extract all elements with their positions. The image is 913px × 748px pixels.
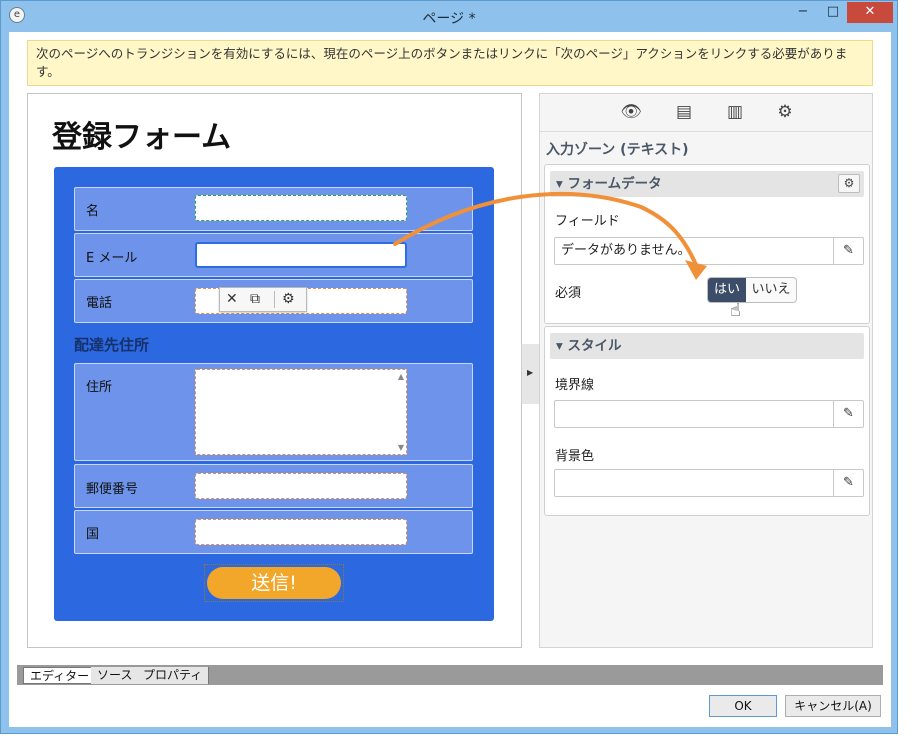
gear-icon[interactable]: ⚙	[838, 174, 860, 193]
scroll-up-icon[interactable]: ▲	[398, 372, 404, 381]
submit-button[interactable]: 送信!	[207, 567, 341, 599]
window-title: ページ *	[422, 11, 476, 27]
hand-cursor-icon: ☝	[730, 300, 741, 321]
form-data-header[interactable]: ▾ フォームデータ ⚙	[550, 171, 864, 197]
form-title[interactable]: 登録フォーム	[52, 112, 231, 156]
field-input[interactable]: データがありません。 ✎	[554, 237, 864, 265]
maximize-button[interactable]: □	[819, 2, 847, 23]
preview-icon[interactable]: 👁	[620, 102, 642, 124]
field-value: データがありません。	[561, 243, 691, 258]
country-label: 国	[86, 527, 100, 542]
address-textarea[interactable]: ▲ ▼	[195, 369, 407, 455]
pencil-icon[interactable]: ✎	[833, 238, 863, 264]
required-yes-option[interactable]: はい	[708, 278, 746, 302]
form-panel[interactable]: 名 E メール 電話 配達先住所 住所 ▲ ▼ 郵便番号 国 送信! ✕ ⧉ ⚙	[54, 167, 494, 621]
page-settings-icon[interactable]: ⚙	[774, 102, 796, 124]
dialog-window: e ページ * − □ ✕ 次のページへのトランジションを有効にするには、現在の…	[0, 0, 898, 734]
editor-canvas[interactable]: 登録フォーム 名 E メール 電話 配達先住所 住所 ▲ ▼ 郵便番号 国 送信…	[27, 93, 522, 648]
cancel-button[interactable]: キャンセル(A)	[785, 695, 881, 717]
name-input[interactable]	[195, 195, 407, 221]
name-label: 名	[86, 204, 100, 219]
editor-tabs: エディター ソース プロパティ	[17, 665, 883, 685]
page-copy-icon[interactable]: ▥	[724, 102, 746, 124]
toolbar-divider	[274, 291, 275, 308]
address-label: 住所	[86, 380, 113, 395]
form-row-postal-code[interactable]: 郵便番号	[74, 464, 473, 508]
border-label: 境界線	[555, 378, 595, 393]
background-label: 背景色	[555, 449, 595, 464]
info-message: 次のページへのトランジションを有効にするには、現在のページ上のボタンまたはリンク…	[27, 40, 873, 86]
tab-editor[interactable]: エディター	[23, 667, 97, 684]
style-header[interactable]: ▾ スタイル	[550, 333, 864, 359]
property-heading: 入力ゾーン (テキスト)	[546, 142, 689, 158]
email-label: E メール	[86, 251, 138, 266]
gear-icon[interactable]: ⚙	[282, 291, 295, 307]
close-button[interactable]: ✕	[847, 2, 893, 23]
cut-icon[interactable]: ✕	[226, 291, 238, 307]
form-row-country[interactable]: 国	[74, 510, 473, 554]
chevron-right-icon[interactable]: ▶	[527, 368, 533, 377]
tab-properties[interactable]: プロパティ	[137, 667, 210, 684]
tab-source[interactable]: ソース	[91, 667, 140, 684]
required-label: 必須	[555, 286, 582, 301]
email-input[interactable]	[195, 242, 407, 268]
ok-button[interactable]: OK	[709, 695, 777, 717]
scroll-down-icon[interactable]: ▼	[398, 443, 404, 452]
panel-splitter[interactable]: ▶	[521, 344, 539, 404]
background-input[interactable]: ✎	[554, 469, 864, 497]
form-row-name[interactable]: 名	[74, 187, 473, 231]
border-input[interactable]: ✎	[554, 400, 864, 428]
submit-wrapper[interactable]: 送信!	[204, 564, 344, 602]
page-up-icon[interactable]: ▤	[673, 102, 695, 124]
chevron-down-icon: ▾	[556, 176, 563, 192]
minimize-button[interactable]: −	[789, 2, 817, 23]
country-input[interactable]	[195, 519, 407, 545]
phone-label: 電話	[86, 296, 113, 311]
style-group: ▾ スタイル 境界線 ✎ 背景色 ✎	[544, 326, 870, 516]
title-bar[interactable]: e ページ * − □ ✕	[1, 1, 897, 31]
style-title: スタイル	[567, 338, 622, 354]
copy-icon[interactable]: ⧉	[250, 291, 260, 307]
required-toggle[interactable]: はい いいえ	[707, 277, 797, 303]
form-row-email[interactable]: E メール	[74, 233, 473, 277]
section-title[interactable]: 配達先住所	[74, 334, 149, 355]
form-data-group: ▾ フォームデータ ⚙ フィールド データがありません。 ✎ 必須 はい いいえ…	[544, 164, 870, 324]
postal-code-label: 郵便番号	[86, 482, 139, 497]
pencil-icon[interactable]: ✎	[833, 401, 863, 427]
field-toolbar: ✕ ⧉ ⚙	[219, 287, 307, 312]
property-panel: 👁 ▤ ▥ ⚙ 入力ゾーン (テキスト) ▾ フォームデータ ⚙ フィールド デ…	[539, 93, 873, 648]
postal-code-input[interactable]	[195, 473, 407, 499]
form-data-title: フォームデータ	[567, 176, 662, 192]
property-toolbar: 👁 ▤ ▥ ⚙	[540, 94, 872, 132]
chevron-down-icon: ▾	[556, 338, 563, 354]
form-row-address[interactable]: 住所 ▲ ▼	[74, 363, 473, 461]
dialog-content: 次のページへのトランジションを有効にするには、現在のページ上のボタンまたはリンク…	[9, 32, 891, 727]
pencil-icon[interactable]: ✎	[833, 470, 863, 496]
required-no-option[interactable]: いいえ	[746, 278, 796, 302]
field-label: フィールド	[555, 214, 620, 229]
